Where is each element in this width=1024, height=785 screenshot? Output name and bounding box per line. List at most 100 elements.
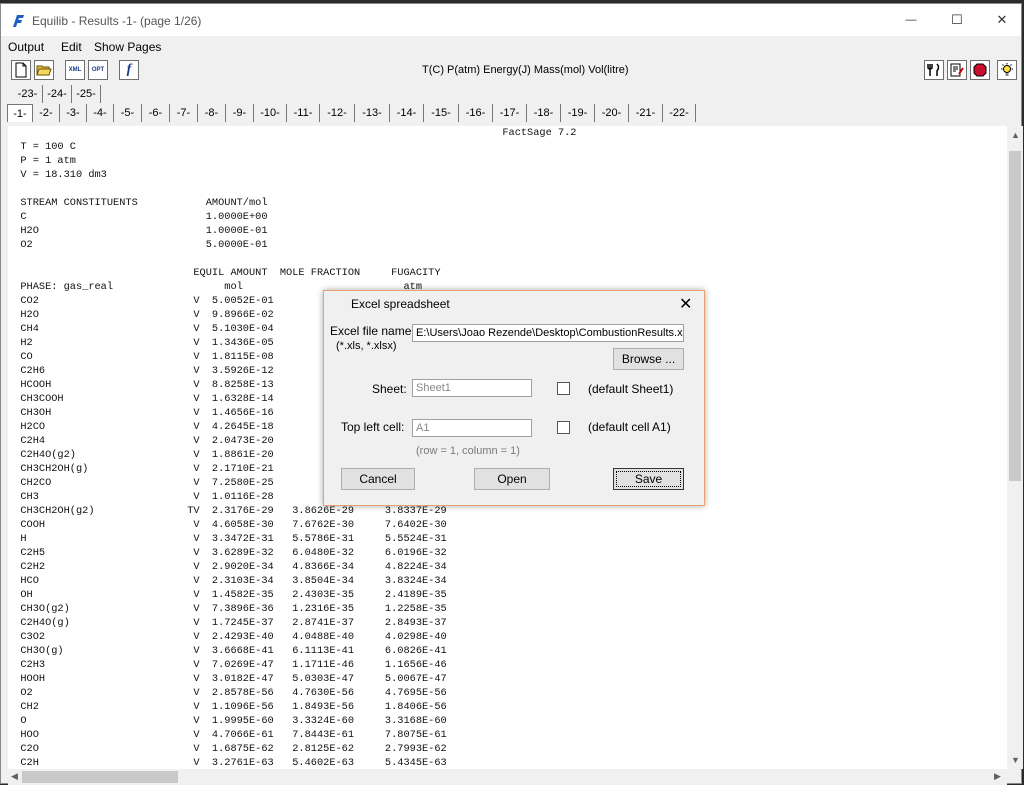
page-tab[interactable]: -25- [72, 85, 101, 103]
page-tab[interactable]: -4- [87, 104, 114, 122]
report-line: HCO V 2.3103E-34 3.8504E-34 3.8324E-34 [8, 575, 447, 587]
function-icon: f [126, 62, 132, 77]
page-tab[interactable]: -22- [663, 104, 696, 122]
maximize-button[interactable]: ☐ [934, 4, 980, 36]
minimize-button[interactable]: — [888, 4, 934, 36]
open-folder-button[interactable] [34, 60, 54, 80]
page-tab[interactable]: -13- [355, 104, 390, 122]
page-tab[interactable]: -5- [114, 104, 142, 122]
browse-button[interactable]: Browse ... [613, 348, 684, 370]
report-line: CH2 V 1.1096E-56 1.8493E-56 1.8406E-56 [8, 701, 447, 713]
dialog-close-icon[interactable]: ✕ [679, 294, 692, 314]
open-button[interactable]: Open [474, 468, 550, 490]
cancel-button[interactable]: Cancel [341, 468, 415, 490]
menu-bar: Output Edit Show Pages [1, 37, 1021, 57]
page-tab-selected[interactable]: -1- [7, 104, 33, 122]
page-tab[interactable]: -19- [561, 104, 595, 122]
page-tab[interactable]: -17- [493, 104, 527, 122]
lightbulb-icon [1001, 63, 1013, 76]
file-extension-hint: (*.xls, *.xlsx) [336, 340, 397, 352]
report-line: C2H V 3.2761E-63 5.4602E-63 5.4345E-63 [8, 757, 447, 769]
report-line: C2H3 V 7.0269E-47 1.1711E-46 1.1656E-46 [8, 659, 447, 671]
page-tab[interactable]: -12- [320, 104, 355, 122]
minimize-icon: — [905, 14, 917, 26]
report-line: C2H4O(g) V 1.7245E-37 2.8741E-37 2.8493E… [8, 617, 447, 629]
page-tab[interactable]: -7- [170, 104, 198, 122]
menu-output[interactable]: Output [8, 40, 44, 54]
new-document-button[interactable] [11, 60, 31, 80]
page-tab[interactable]: -2- [33, 104, 60, 122]
window-title: Equilib - Results -1- (page 1/26) [32, 14, 202, 28]
report-line: HOOH V 3.0182E-47 5.0303E-47 5.0067E-47 [8, 673, 447, 685]
report-line: HOO V 4.7066E-61 7.8443E-61 7.8075E-61 [8, 729, 447, 741]
fork-knife-button[interactable] [924, 60, 944, 80]
title-bar: Equilib - Results -1- (page 1/26) — ☐ ✕ [1, 4, 1021, 36]
menu-edit[interactable]: Edit [61, 40, 82, 54]
report-line: EQUIL AMOUNT MOLE FRACTION FUGACITY [8, 267, 441, 279]
page-tab[interactable]: -10- [254, 104, 287, 122]
page-tab[interactable]: -9- [226, 104, 254, 122]
scroll-up-arrow-icon[interactable]: ▲ [1011, 130, 1020, 140]
cell-default-checkbox[interactable] [557, 421, 570, 434]
page-tab[interactable]: -11- [287, 104, 320, 122]
opt-icon: OPT [91, 67, 105, 73]
toolbar: XML OPT f T(C) P(atm) Energy(J) Mass(mol… [1, 58, 1021, 84]
menu-show-pages[interactable]: Show Pages [94, 40, 161, 54]
report-line: COOH V 4.6058E-30 7.6762E-30 7.6402E-30 [8, 519, 447, 531]
scroll-left-arrow-icon[interactable]: ◀ [11, 771, 18, 782]
page-tab[interactable]: -23- [13, 85, 43, 103]
vertical-scroll-thumb[interactable] [1009, 151, 1021, 481]
report-line: H2O 1.0000E-01 [8, 225, 268, 237]
page-tab[interactable]: -8- [198, 104, 226, 122]
top-left-cell-input[interactable]: A1 [412, 419, 532, 437]
sheet-default-checkbox[interactable] [557, 382, 570, 395]
top-left-cell-label: Top left cell: [341, 420, 405, 434]
page-tab[interactable]: -20- [595, 104, 629, 122]
function-button[interactable]: f [119, 60, 139, 80]
open-folder-icon [36, 65, 52, 76]
vertical-scrollbar[interactable]: ▲ ▼ [1007, 126, 1023, 769]
report-line [8, 252, 576, 266]
close-button[interactable]: ✕ [979, 4, 1024, 36]
edit-document-button[interactable] [947, 60, 967, 80]
row-column-hint: (row = 1, column = 1) [416, 445, 520, 457]
page-tab[interactable]: -16- [459, 104, 493, 122]
page-tab[interactable]: -24- [43, 85, 72, 103]
sheet-input[interactable]: Sheet1 [412, 379, 532, 397]
page-tab[interactable]: -15- [424, 104, 459, 122]
units-label: T(C) P(atm) Energy(J) Mass(mol) Vol(litr… [422, 64, 629, 76]
report-line [8, 182, 576, 196]
page-tab[interactable]: -21- [629, 104, 663, 122]
close-icon: ✕ [996, 12, 1008, 27]
maximize-icon: ☐ [951, 12, 963, 27]
factsage-app-icon [13, 15, 24, 27]
report-line: C3O2 V 2.4293E-40 4.0488E-40 4.0298E-40 [8, 631, 447, 643]
excel-file-name-label: Excel file name: [330, 324, 415, 338]
horizontal-scroll-thumb[interactable] [22, 771, 178, 783]
fork-knife-icon [927, 63, 940, 76]
stop-button[interactable] [970, 60, 990, 80]
report-line: O V 1.9995E-60 3.3324E-60 3.3168E-60 [8, 715, 447, 727]
cell-default-label: (default cell A1) [588, 420, 671, 434]
scroll-right-arrow-icon[interactable]: ▶ [994, 771, 1001, 782]
page-tab[interactable]: -3- [60, 104, 87, 122]
report-line: C2H5 V 3.6289E-32 6.0480E-32 6.0196E-32 [8, 547, 447, 559]
save-button[interactable]: Save [613, 468, 684, 490]
scroll-down-arrow-icon[interactable]: ▼ [1011, 755, 1020, 765]
report-line: T = 100 C [8, 141, 76, 153]
page-tab[interactable]: -18- [527, 104, 561, 122]
xml-button[interactable]: XML [65, 60, 85, 80]
page-tab[interactable]: -6- [142, 104, 170, 122]
page-tab[interactable]: -14- [390, 104, 424, 122]
excel-file-name-input[interactable]: E:\Users\Joao Rezende\Desktop\Combustion… [412, 324, 684, 342]
dialog-title: Excel spreadsheet [351, 297, 450, 311]
lightbulb-button[interactable] [997, 60, 1017, 80]
report-line: CH3CH2OH(g2) TV 2.3176E-29 3.8626E-29 3.… [8, 505, 447, 517]
report-line: CH3O(g) V 3.6668E-41 6.1113E-41 6.0826E-… [8, 645, 447, 657]
opt-button[interactable]: OPT [88, 60, 108, 80]
report-line: OH V 1.4582E-35 2.4303E-35 2.4189E-35 [8, 589, 447, 601]
report-line: CH3O(g2) V 7.3896E-36 1.2316E-35 1.2258E… [8, 603, 447, 615]
horizontal-scrollbar[interactable]: ◀ ▶ [8, 769, 1007, 785]
report-line: C 1.0000E+00 [8, 211, 268, 223]
sheet-label: Sheet: [372, 382, 407, 396]
